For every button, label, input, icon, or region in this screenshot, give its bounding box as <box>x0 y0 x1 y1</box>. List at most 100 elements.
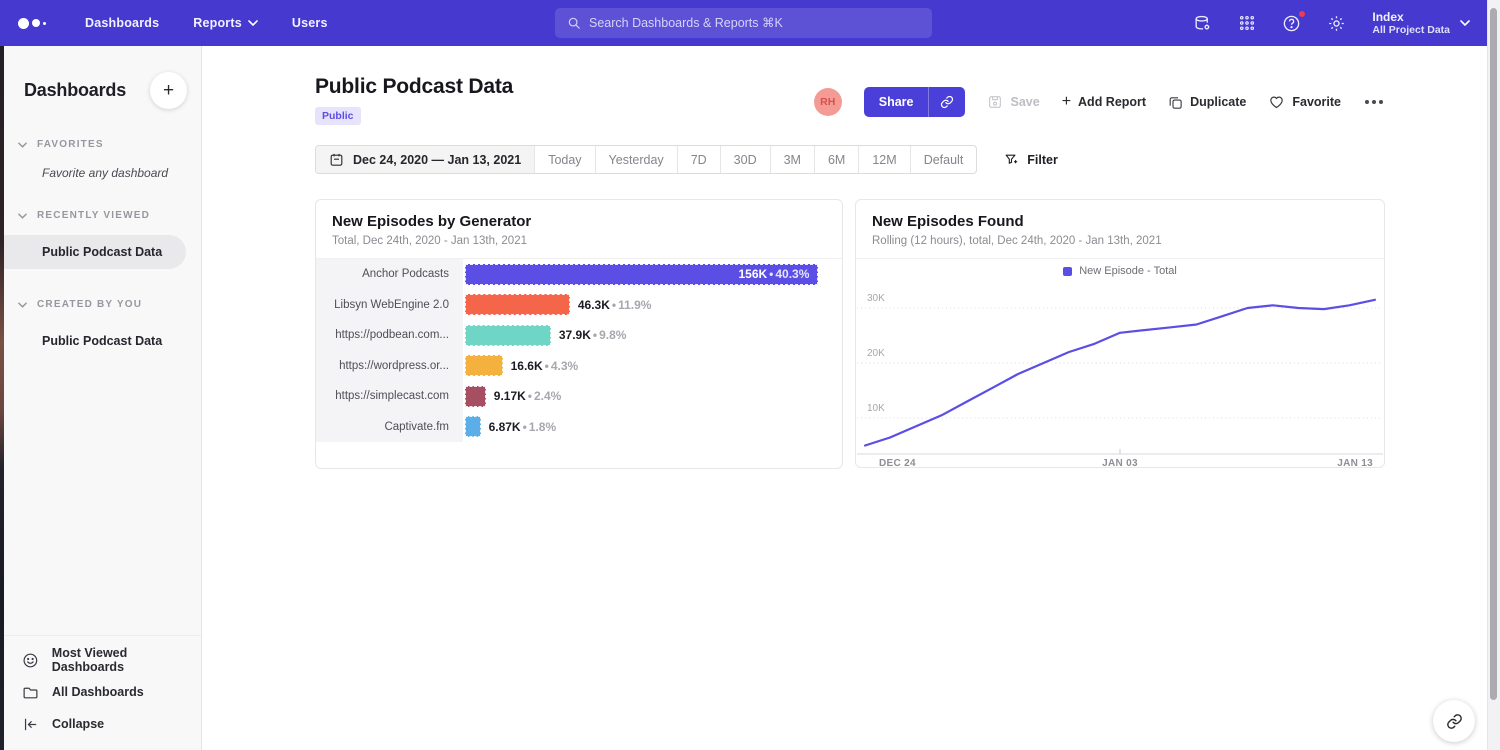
chevron-down-icon <box>18 302 27 308</box>
chevron-down-icon <box>18 213 27 219</box>
project-scope: All Project Data <box>1372 24 1450 37</box>
project-name: Index <box>1372 10 1450 24</box>
bar-label: Libsyn WebEngine 2.0 <box>316 299 463 311</box>
y-tick-30k: 30K <box>867 293 885 304</box>
folder-icon <box>22 684 39 701</box>
filter-button[interactable]: Filter <box>1004 152 1058 167</box>
bar-anchor-podcasts[interactable]: 156K•40.3% <box>465 264 818 285</box>
preset-default[interactable]: Default <box>910 146 977 173</box>
line-chart[interactable]: 30K 20K 10K <box>857 283 1383 455</box>
collapse-left-icon <box>22 716 39 733</box>
project-switcher[interactable]: Index All Project Data <box>1372 10 1470 37</box>
bar-label: Anchor Podcasts <box>316 268 463 280</box>
chevron-down-icon <box>1460 20 1470 26</box>
nav-users[interactable]: Users <box>275 0 345 46</box>
settings-gear-icon[interactable] <box>1327 14 1346 33</box>
preset-yesterday[interactable]: Yesterday <box>595 146 677 173</box>
x-tick-dec24: DEC 24 <box>879 458 916 469</box>
bar-row-libsyn: Libsyn WebEngine 2.0 46.3K•11.9% <box>316 290 842 321</box>
bar-label: Captivate.fm <box>316 421 463 433</box>
preset-6m[interactable]: 6M <box>814 146 858 173</box>
line-chart-svg <box>857 283 1383 455</box>
chart-legend[interactable]: New Episode - Total <box>856 259 1384 283</box>
filter-funnel-icon <box>1004 152 1019 167</box>
save-button[interactable]: Save <box>987 94 1039 110</box>
smiley-icon <box>22 652 39 669</box>
legend-label: New Episode - Total <box>1079 265 1177 277</box>
y-tick-20k: 20K <box>867 348 885 359</box>
y-tick-10k: 10K <box>867 403 885 414</box>
bar-podbean[interactable] <box>465 325 551 346</box>
favorites-empty-text: Favorite any dashboard <box>0 150 201 180</box>
more-options-button[interactable] <box>1363 96 1385 108</box>
nav-reports[interactable]: Reports <box>176 0 275 46</box>
card-new-episodes-found: New Episodes Found Rolling (12 hours), t… <box>855 199 1385 468</box>
bar-row-anchor-podcasts: Anchor Podcasts 156K•40.3% <box>316 259 842 290</box>
global-search[interactable] <box>555 8 932 38</box>
help-icon[interactable] <box>1282 14 1301 33</box>
card-subtitle: Total, Dec 24th, 2020 - Jan 13th, 2021 <box>332 235 826 247</box>
preset-7d[interactable]: 7D <box>677 146 720 173</box>
preset-today[interactable]: Today <box>534 146 594 173</box>
sidebar-item-public-podcast-data[interactable]: Public Podcast Data <box>0 235 186 269</box>
chevron-down-icon <box>18 142 27 148</box>
public-badge: Public <box>315 107 361 125</box>
sidebar-item-public-podcast-data-created[interactable]: Public Podcast Data <box>0 324 186 358</box>
nav-dashboards-label: Dashboards <box>85 16 159 30</box>
section-favorites[interactable]: FAVORITES <box>0 139 201 150</box>
heart-icon <box>1268 94 1285 110</box>
bar-simplecast[interactable] <box>465 386 486 407</box>
top-nav: Dashboards Reports Users Index All Proje… <box>0 0 1500 46</box>
card-title: New Episodes by Generator <box>332 213 826 230</box>
new-dashboard-button[interactable]: + <box>150 72 187 109</box>
section-created-by-you[interactable]: CREATED BY YOU <box>0 299 201 310</box>
scrollbar-thumb[interactable] <box>1490 8 1497 700</box>
preset-3m[interactable]: 3M <box>770 146 814 173</box>
copy-link-floating-button[interactable] <box>1433 700 1475 742</box>
x-axis: DEC 24 JAN 03 JAN 13 <box>857 455 1383 473</box>
favorite-button[interactable]: Favorite <box>1268 94 1341 110</box>
calendar-icon <box>329 152 344 167</box>
bar-captivate[interactable] <box>465 416 481 437</box>
duplicate-icon <box>1168 95 1183 110</box>
card-title: New Episodes Found <box>872 213 1368 230</box>
x-tick-jan03: JAN 03 <box>1102 458 1138 469</box>
nav-dashboards[interactable]: Dashboards <box>68 0 176 46</box>
nav-reports-label: Reports <box>193 16 242 30</box>
most-viewed-dashboards-button[interactable]: Most Viewed Dashboards <box>22 644 201 676</box>
plus-icon: + <box>1062 93 1071 111</box>
main-content: Public Podcast Data Public RH Share Save… <box>202 46 1500 750</box>
preset-30d[interactable]: 30D <box>720 146 770 173</box>
chevron-down-icon <box>248 20 258 26</box>
date-range-picker[interactable]: Dec 24, 2020 — Jan 13, 2021 <box>316 146 534 173</box>
avatar[interactable]: RH <box>814 88 842 116</box>
collapse-sidebar-button[interactable]: Collapse <box>22 708 201 740</box>
card-subtitle: Rolling (12 hours), total, Dec 24th, 202… <box>872 235 1368 247</box>
search-icon <box>567 16 581 30</box>
add-report-button[interactable]: + Add Report <box>1062 93 1146 111</box>
bar-label: https://podbean.com... <box>316 329 463 341</box>
section-recently-viewed[interactable]: RECENTLY VIEWED <box>0 210 201 221</box>
preset-12m[interactable]: 12M <box>858 146 909 173</box>
apps-grid-icon[interactable] <box>1238 14 1256 32</box>
amplitude-logo-icon[interactable] <box>18 18 46 29</box>
background-image-sliver <box>0 46 4 750</box>
share-link-icon[interactable] <box>928 87 965 117</box>
bar-wordpress[interactable] <box>465 355 503 376</box>
bar-row-podbean: https://podbean.com... 37.9K•9.8% <box>316 320 842 351</box>
all-dashboards-button[interactable]: All Dashboards <box>22 676 201 708</box>
dashboards-sidebar: Dashboards + FAVORITES Favorite any dash… <box>0 46 202 750</box>
sidebar-title: Dashboards <box>24 80 126 101</box>
link-icon <box>1446 713 1463 730</box>
save-icon <box>987 94 1003 110</box>
data-sources-icon[interactable] <box>1193 14 1212 33</box>
bar-chart: Anchor Podcasts 156K•40.3% Libsyn WebEng… <box>316 259 842 442</box>
search-input[interactable] <box>589 16 889 30</box>
share-button[interactable]: Share <box>864 87 966 117</box>
x-tick-jan13: JAN 13 <box>1337 458 1373 469</box>
duplicate-button[interactable]: Duplicate <box>1168 95 1246 110</box>
nav-users-label: Users <box>292 16 328 30</box>
bar-libsyn[interactable] <box>465 294 570 315</box>
date-toolbar: Dec 24, 2020 — Jan 13, 2021 Today Yester… <box>315 145 1385 174</box>
bar-row-simplecast: https://simplecast.com 9.17K•2.4% <box>316 381 842 412</box>
